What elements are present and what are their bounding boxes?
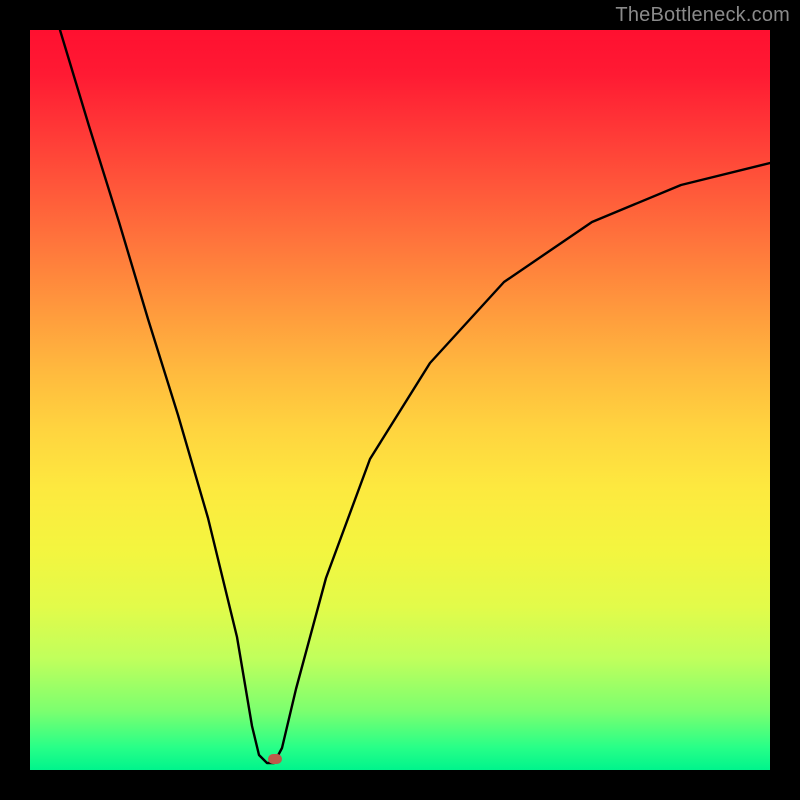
bottleneck-curve bbox=[30, 30, 770, 770]
watermark-text: TheBottleneck.com bbox=[615, 4, 790, 27]
plot-area bbox=[30, 30, 770, 770]
curve-path bbox=[60, 30, 770, 763]
optimal-point-marker bbox=[268, 754, 282, 764]
chart-frame: TheBottleneck.com bbox=[0, 0, 800, 800]
